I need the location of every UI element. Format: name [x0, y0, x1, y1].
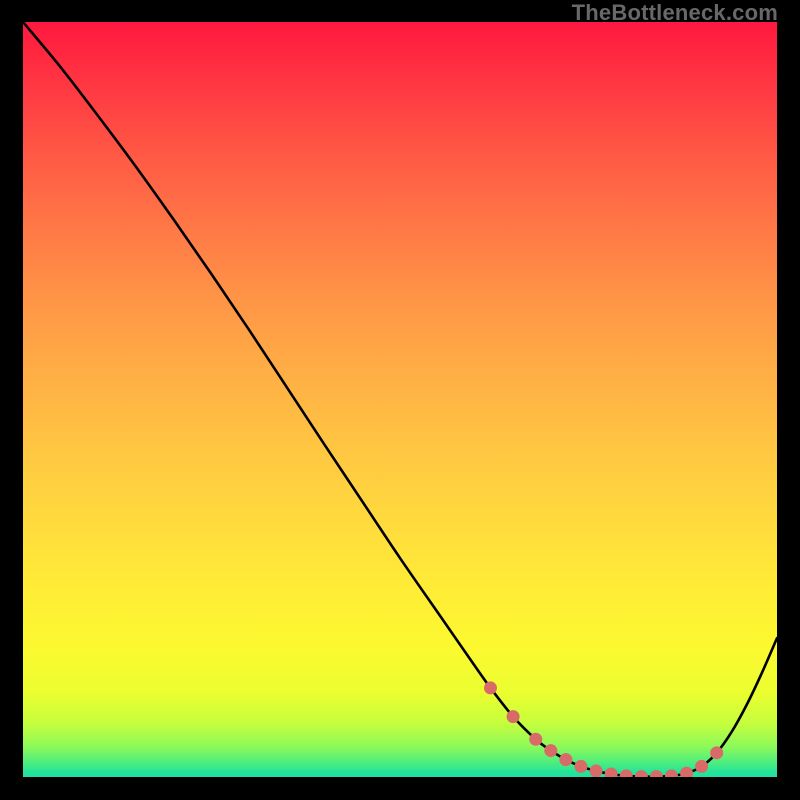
- watermark-text: TheBottleneck.com: [572, 0, 778, 26]
- highlight-dot: [507, 710, 520, 723]
- bottleneck-curve: [23, 22, 777, 777]
- curve-layer: [23, 22, 777, 777]
- chart-stage: TheBottleneck.com: [0, 0, 800, 800]
- highlight-dot: [544, 744, 557, 757]
- highlight-dot: [620, 769, 633, 777]
- highlight-dot: [484, 681, 497, 694]
- highlight-dot: [680, 767, 693, 777]
- highlight-dot: [559, 753, 572, 766]
- highlight-dot: [665, 769, 678, 777]
- highlight-dot: [650, 770, 663, 777]
- plot-area: [23, 22, 777, 777]
- highlight-dot: [590, 764, 603, 777]
- highlight-dot: [695, 760, 708, 773]
- highlight-dot: [529, 733, 542, 746]
- highlight-dot: [574, 760, 587, 773]
- highlight-dot: [710, 746, 723, 759]
- highlight-dot: [605, 767, 618, 777]
- highlight-dot: [635, 770, 648, 777]
